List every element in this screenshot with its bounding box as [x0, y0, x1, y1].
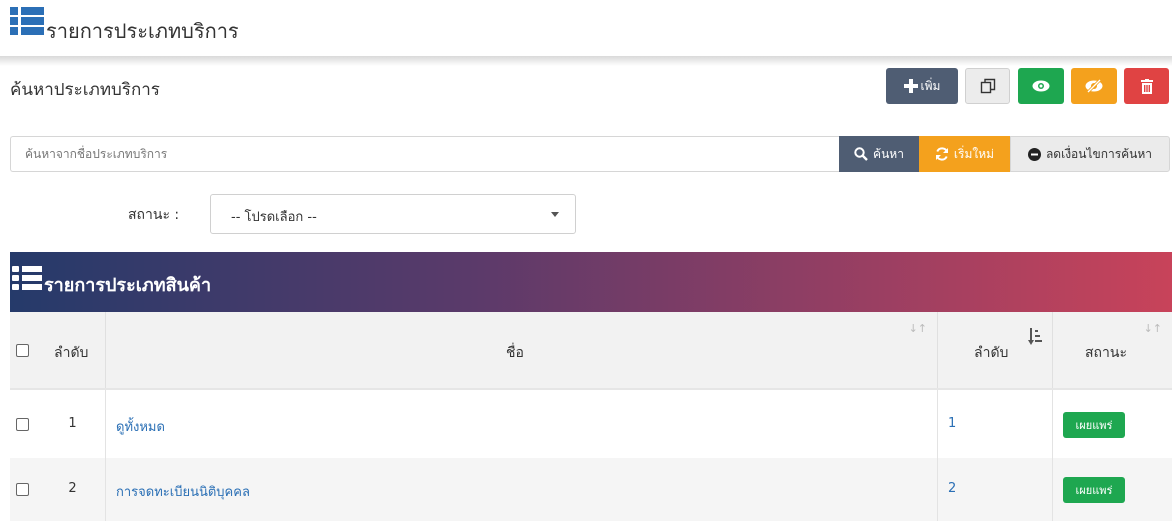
row-order-link[interactable]: 1	[948, 416, 956, 431]
search-input[interactable]	[10, 136, 840, 172]
eye-icon	[1032, 80, 1050, 92]
reduce-search-button[interactable]: ลดเงื่อนไขการค้นหา	[1010, 136, 1170, 172]
status-select-value: -- โปรดเลือก --	[231, 210, 317, 225]
column-header-status: สถานะ	[1085, 345, 1127, 361]
column-header-order: ลำดับ	[974, 345, 1009, 361]
row-order-link[interactable]: 2	[948, 481, 956, 496]
plus-icon	[903, 79, 918, 93]
reset-button-label: เริ่มใหม่	[953, 146, 995, 161]
search-button[interactable]: ค้นหา	[839, 136, 919, 172]
add-button[interactable]: เพิ่ม	[886, 68, 958, 104]
column-header-status-cell[interactable]: สถานะ ↓↑	[1052, 312, 1172, 388]
column-header-no: ลำดับ	[54, 345, 89, 361]
header-divider	[0, 56, 1172, 66]
status-select[interactable]: -- โปรดเลือก --	[210, 194, 576, 234]
list-icon	[12, 266, 42, 290]
list-panel-title: รายการประเภทสินค้า	[44, 275, 212, 296]
reduce-search-label: ลดเงื่อนไขการค้นหา	[1045, 146, 1153, 161]
refresh-icon	[935, 147, 948, 161]
add-button-label: เพิ่ม	[920, 78, 941, 93]
minus-circle-icon	[1027, 147, 1041, 161]
search-button-label: ค้นหา	[873, 146, 904, 161]
row-checkbox[interactable]	[16, 483, 29, 496]
row-checkbox[interactable]	[16, 418, 29, 431]
search-section-title: ค้นหาประเภทบริการ	[10, 80, 160, 100]
row-number: 2	[68, 481, 77, 496]
table-row: 2 การจดทะเบียนนิติบุคคล 2 เผยแพร่	[10, 458, 1172, 521]
sort-icon[interactable]: ↓↑	[909, 322, 927, 335]
reset-button[interactable]: เริ่มใหม่	[919, 136, 1010, 172]
row-name-link[interactable]: การจดทะเบียนนิติบุคคล	[116, 481, 250, 502]
select-all-checkbox[interactable]	[16, 344, 29, 357]
page-title: รายการประเภทบริการ	[46, 19, 239, 43]
column-header-name-cell[interactable]: ชื่อ ↓↑	[105, 312, 937, 388]
show-button[interactable]	[1018, 68, 1064, 104]
copy-icon	[980, 78, 995, 94]
sort-icon[interactable]: ↓↑	[1144, 322, 1162, 335]
column-header-name: ชื่อ	[506, 345, 524, 361]
row-name-link[interactable]: ดูทั้งหมด	[116, 416, 165, 437]
status-filter-label: สถานะ :	[128, 207, 180, 223]
row-number: 1	[68, 416, 77, 431]
page-header: รายการประเภทบริการ	[0, 0, 1172, 56]
list-panel-header: รายการประเภทสินค้า	[10, 252, 1172, 312]
status-badge[interactable]: เผยแพร่	[1063, 412, 1125, 438]
eye-slash-icon	[1085, 79, 1103, 93]
delete-button[interactable]	[1124, 68, 1169, 104]
search-icon	[854, 147, 868, 161]
chevron-down-icon	[551, 212, 559, 217]
trash-icon	[1140, 78, 1153, 94]
column-header-order-cell[interactable]: ลำดับ	[937, 312, 1052, 388]
list-icon	[10, 7, 44, 35]
hide-button[interactable]	[1071, 68, 1117, 104]
status-badge[interactable]: เผยแพร่	[1063, 477, 1125, 503]
sort-amount-down-icon[interactable]	[1028, 328, 1042, 346]
table-header-row: ลำดับ ชื่อ ↓↑ ลำดับ สถานะ ↓↑	[10, 312, 1172, 390]
copy-button[interactable]	[965, 68, 1010, 104]
table-row: 1 ดูทั้งหมด 1 เผยแพร่	[10, 390, 1172, 458]
